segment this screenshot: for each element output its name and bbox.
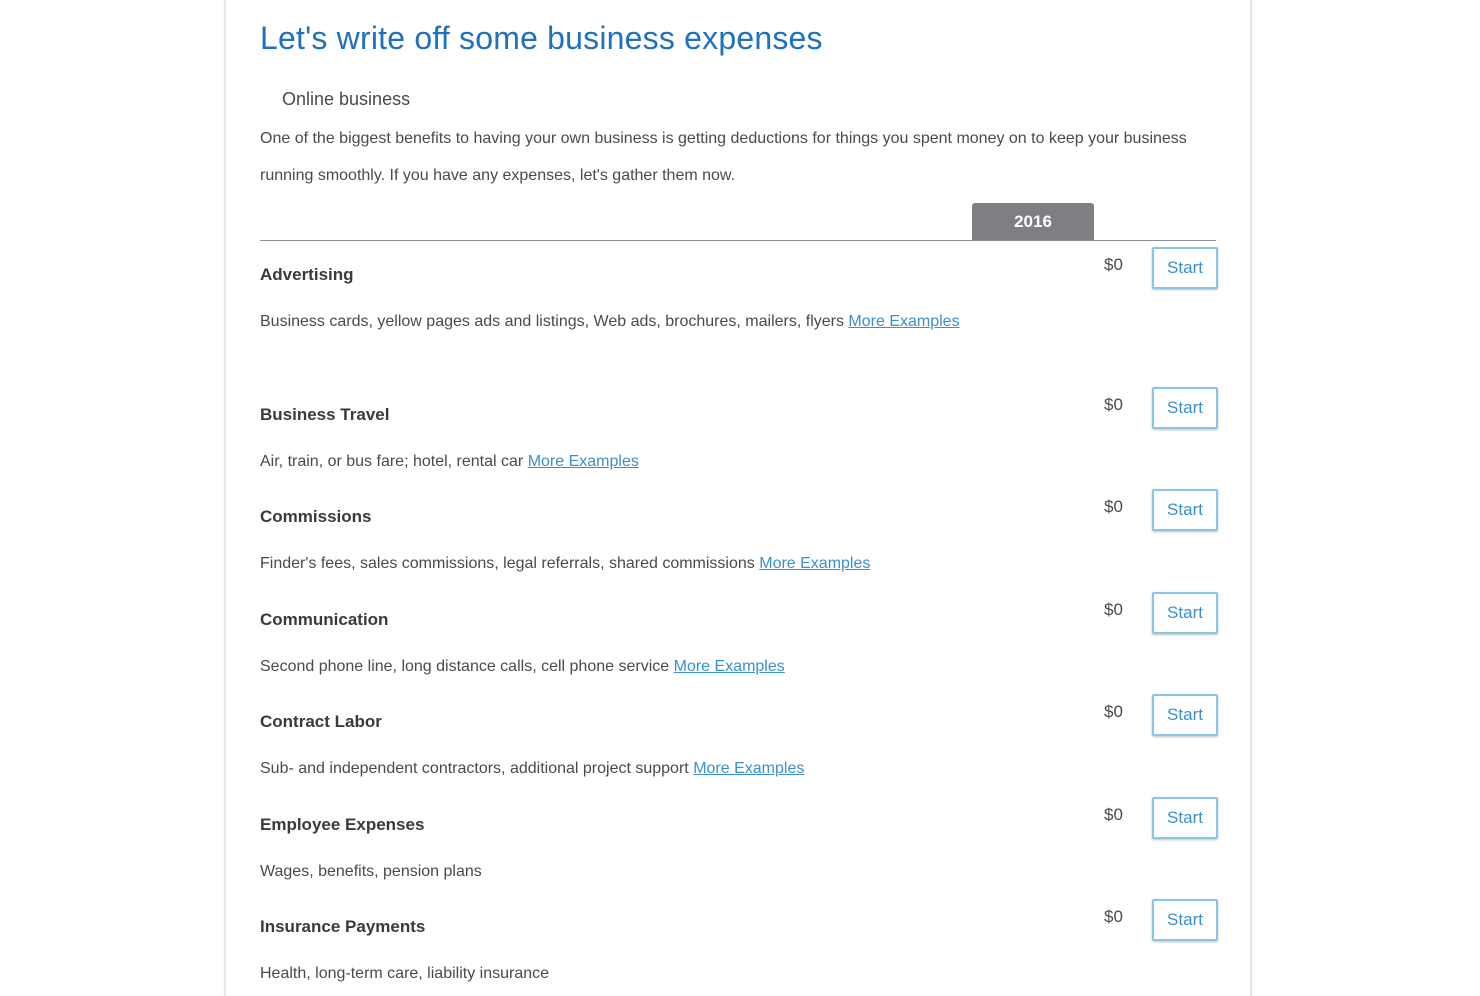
divider [260,240,1216,241]
expense-description-text: Business cards, yellow pages ads and lis… [260,313,844,330]
start-button-contract-labor[interactable]: Start [1152,694,1218,736]
expense-name: Employee Expenses [260,815,425,834]
expense-name: Commissions [260,507,372,526]
expense-name: Insurance Payments [260,917,426,936]
expense-description-text: Finder's fees, sales commissions, legal … [260,555,755,572]
expense-amount: $0 [1104,255,1123,274]
expense-description-text: Second phone line, long distance calls, … [260,658,670,675]
page: Let's write off some business expenses O… [0,0,1480,996]
expense-description: Finder's fees, sales commissions, legal … [260,545,960,582]
expense-amount: $0 [1104,497,1123,516]
more-examples-link-contract-labor[interactable]: More Examples [693,760,804,777]
more-examples-link-communication[interactable]: More Examples [674,658,785,675]
expense-name: Communication [260,610,389,629]
expense-description: Business cards, yellow pages ads and lis… [260,303,960,340]
expense-description: Air, train, or bus fare; hotel, rental c… [260,443,960,480]
expense-description-text: Air, train, or bus fare; hotel, rental c… [260,453,524,470]
more-examples-link-advertising[interactable]: More Examples [848,313,959,330]
start-button-advertising[interactable]: Start [1152,247,1218,289]
content-card: Let's write off some business expenses O… [224,0,1252,996]
expense-amount: $0 [1104,907,1123,926]
expense-description-text: Sub- and independent contractors, additi… [260,760,689,777]
intro-text: One of the biggest benefits to having yo… [260,130,1187,184]
expense-description-text: Wages, benefits, pension plans [260,863,482,880]
expense-description: Sub- and independent contractors, additi… [260,750,960,787]
more-examples-link-business-travel[interactable]: More Examples [528,453,639,470]
expense-description: Wages, benefits, pension plans [260,853,960,890]
year-tab[interactable]: 2016 [972,203,1094,241]
start-button-business-travel[interactable]: Start [1152,387,1218,429]
expense-amount: $0 [1104,805,1123,824]
start-button-commissions[interactable]: Start [1152,489,1218,531]
expense-description: Health, long-term care, liability insura… [260,955,960,992]
start-button-communication[interactable]: Start [1152,592,1218,634]
expense-amount: $0 [1104,600,1123,619]
expense-name: Business Travel [260,405,390,424]
expense-name: Contract Labor [260,712,382,731]
expense-amount: $0 [1104,395,1123,414]
expense-name: Advertising [260,265,354,284]
expense-description: Second phone line, long distance calls, … [260,648,960,685]
page-title: Let's write off some business expenses [260,20,823,56]
expense-amount: $0 [1104,702,1123,721]
more-examples-link-commissions[interactable]: More Examples [759,555,870,572]
start-button-insurance-payments[interactable]: Start [1152,899,1218,941]
business-subtitle: Online business [282,89,411,109]
start-button-employee-expenses[interactable]: Start [1152,797,1218,839]
expense-description-text: Health, long-term care, liability insura… [260,965,550,982]
